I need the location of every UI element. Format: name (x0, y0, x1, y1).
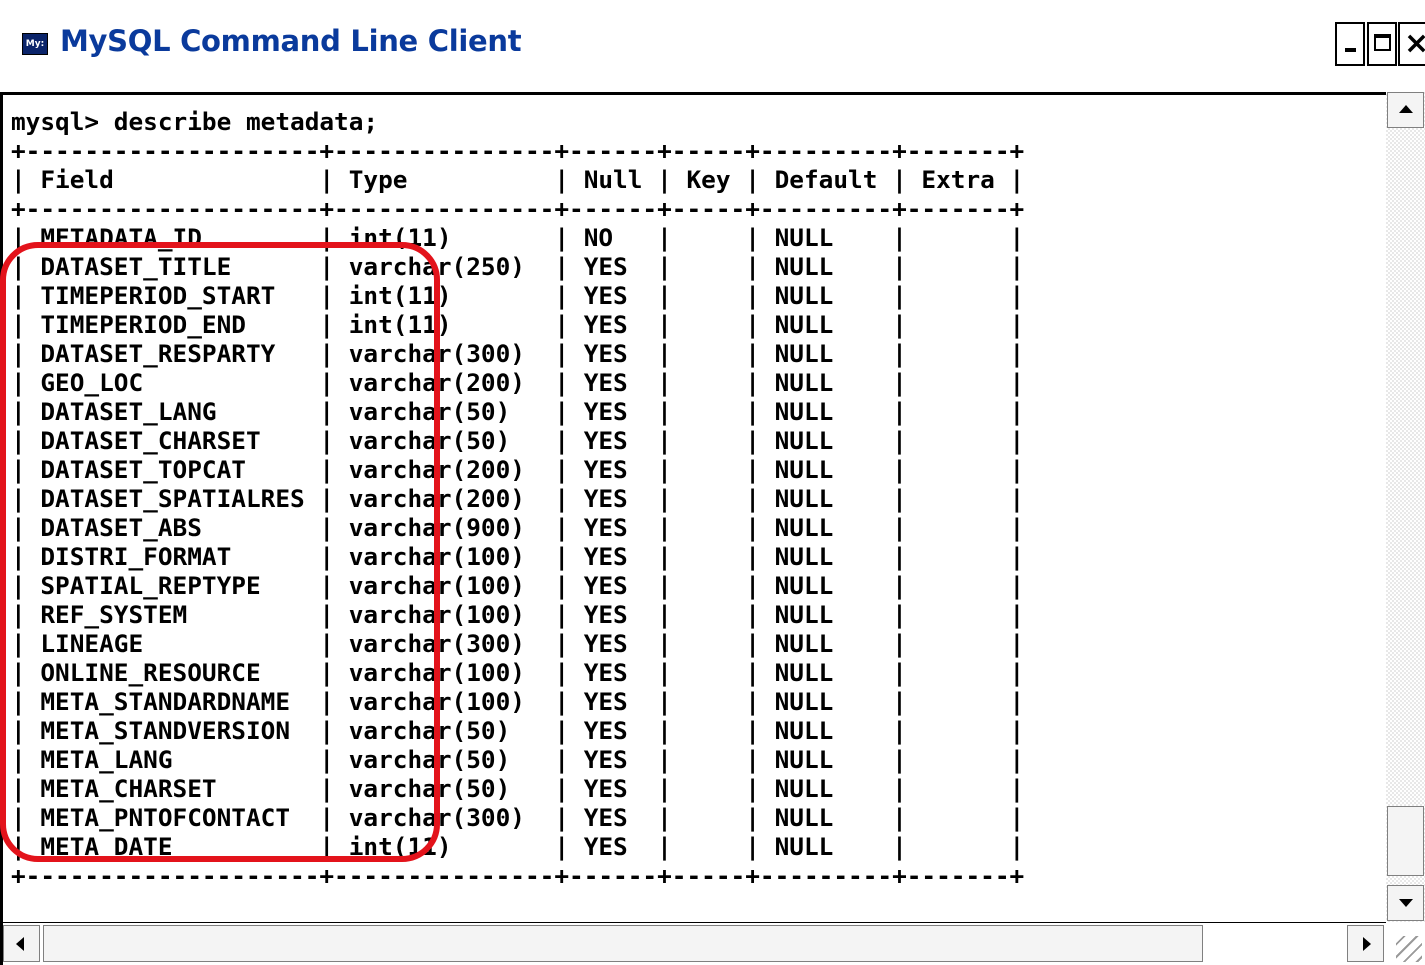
horizontal-scrollbar[interactable] (0, 922, 1386, 965)
console-line: | META_CHARSET | varchar(50) | YES | | N… (11, 774, 1025, 803)
title-bar[interactable]: My: MySQL Command Line Client × (0, 0, 1425, 90)
minimize-icon (1345, 48, 1356, 52)
close-button[interactable]: × (1398, 22, 1425, 66)
scroll-down-arrow-icon (1399, 899, 1413, 907)
console-text: mysql> describe metadata; +--------------… (11, 107, 1024, 948)
resize-grip-icon (1396, 936, 1422, 962)
console-line: | META_PNTOFCONTACT | varchar(300) | YES… (11, 803, 1025, 832)
scroll-up-arrow-icon (1399, 105, 1413, 113)
horizontal-scroll-thumb[interactable] (43, 925, 1203, 962)
console-line: | Field | Type | Null | Key | Default | … (11, 165, 1025, 194)
console-line: | DATASET_RESPARTY | varchar(300) | YES … (11, 339, 1025, 368)
console-line: | DATASET_TITLE | varchar(250) | YES | |… (11, 252, 1025, 281)
console-line: | TIMEPERIOD_END | int(11) | YES | | NUL… (11, 310, 1025, 339)
console-line: | META_STANDARDNAME | varchar(100) | YES… (11, 687, 1025, 716)
console-line: | GEO_LOC | varchar(200) | YES | | NULL … (11, 368, 1025, 397)
console-line: +--------------------+---------------+--… (11, 861, 1025, 890)
close-icon: × (1404, 26, 1425, 61)
console-line: | DATASET_CHARSET | varchar(50) | YES | … (11, 426, 1025, 455)
console-line: mysql> describe metadata; (11, 107, 379, 136)
window-title: MySQL Command Line Client (60, 24, 522, 58)
console-output[interactable]: mysql> describe metadata; +--------------… (0, 92, 1386, 948)
scroll-down-button[interactable] (1387, 885, 1424, 921)
minimize-button[interactable] (1335, 22, 1365, 66)
console-line: | META_DATE | int(11) | YES | | NULL | | (11, 832, 1025, 861)
scroll-left-button[interactable] (3, 925, 40, 962)
console-line: | METADATA_ID | int(11) | NO | | NULL | … (11, 223, 1025, 252)
scroll-left-arrow-icon (16, 937, 24, 951)
console-line: | LINEAGE | varchar(300) | YES | | NULL … (11, 629, 1025, 658)
console-line: | DATASET_TOPCAT | varchar(200) | YES | … (11, 455, 1025, 484)
console-line: | META_STANDVERSION | varchar(50) | YES … (11, 716, 1025, 745)
scroll-right-arrow-icon (1363, 937, 1371, 951)
scroll-right-button[interactable] (1347, 925, 1384, 962)
console-line: | DATASET_LANG | varchar(50) | YES | | N… (11, 397, 1025, 426)
mysql-console-icon[interactable]: My: (22, 33, 48, 55)
console-line: | SPATIAL_REPTYPE | varchar(100) | YES |… (11, 571, 1025, 600)
console-line: | DATASET_SPATIALRES | varchar(200) | YE… (11, 484, 1025, 513)
console-line: +--------------------+---------------+--… (11, 136, 1025, 165)
console-line: | META_LANG | varchar(50) | YES | | NULL… (11, 745, 1025, 774)
console-line: | DISTRI_FORMAT | varchar(100) | YES | |… (11, 542, 1025, 571)
console-line: | DATASET_ABS | varchar(900) | YES | | N… (11, 513, 1025, 542)
maximize-button[interactable] (1367, 22, 1397, 66)
scroll-up-button[interactable] (1387, 92, 1424, 128)
console-line: | REF_SYSTEM | varchar(100) | YES | | NU… (11, 600, 1025, 629)
console-line: | ONLINE_RESOURCE | varchar(100) | YES |… (11, 658, 1025, 687)
vertical-scrollbar[interactable] (1386, 92, 1425, 922)
resize-grip[interactable] (1386, 922, 1425, 965)
maximize-icon (1374, 34, 1391, 51)
mysql-client-window: My: MySQL Command Line Client × mysql> d… (0, 0, 1425, 965)
vertical-scroll-thumb[interactable] (1387, 806, 1424, 876)
console-line: | TIMEPERIOD_START | int(11) | YES | | N… (11, 281, 1025, 310)
console-line: +--------------------+---------------+--… (11, 194, 1025, 223)
